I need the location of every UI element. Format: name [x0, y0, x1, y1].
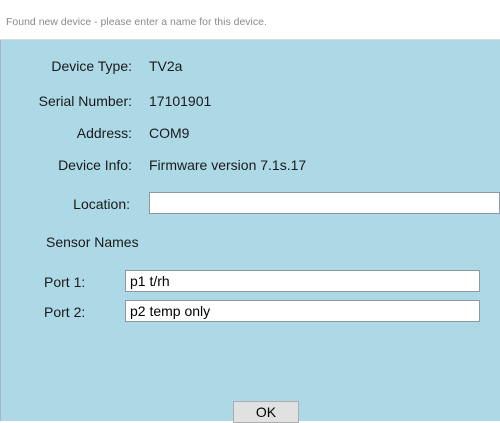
- serial-number-label: Serial Number:: [38, 93, 132, 109]
- device-info-value: Firmware version 7.1s.17: [149, 157, 307, 173]
- window-border: [0, 40, 1, 421]
- location-label: Location:: [73, 196, 130, 212]
- ok-button[interactable]: OK: [233, 401, 299, 423]
- device-naming-dialog: Found new device - please enter a name f…: [0, 0, 500, 423]
- dialog-title: Found new device - please enter a name f…: [6, 16, 267, 28]
- port-2-input[interactable]: p2 temp only: [125, 300, 480, 322]
- address-label: Address:: [76, 125, 132, 141]
- device-type-value: TV2a: [149, 58, 183, 74]
- address-value: COM9: [149, 125, 190, 141]
- port-1-input[interactable]: p1 t/rh: [125, 270, 480, 292]
- location-input[interactable]: [149, 192, 500, 214]
- serial-number-value: 17101901: [149, 93, 212, 109]
- sensor-names-heading: Sensor Names: [46, 234, 139, 250]
- dialog-header: Found new device - please enter a name f…: [0, 0, 500, 40]
- device-type-label: Device Type:: [51, 58, 132, 74]
- port-2-label: Port 2:: [44, 304, 86, 320]
- port-1-label: Port 1:: [44, 274, 86, 290]
- device-info-label: Device Info:: [58, 157, 132, 173]
